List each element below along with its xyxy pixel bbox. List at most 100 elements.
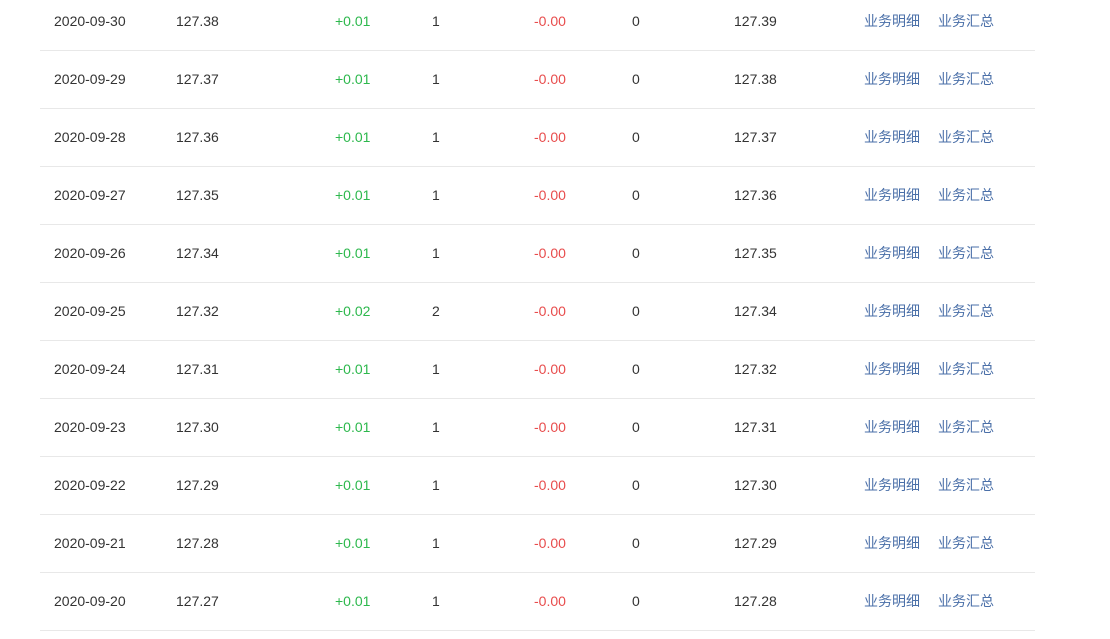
business-detail-link[interactable]: 业务明细 [864,225,920,282]
value-cell: 127.30 [176,419,219,435]
business-detail-link[interactable]: 业务明细 [864,0,920,50]
result-value-cell: 127.38 [734,71,777,87]
increase-count-cell: 1 [432,245,440,261]
increase-cell: +0.01 [335,419,371,435]
decrease-count-cell: 0 [632,303,640,319]
date-cell: 2020-09-20 [54,593,126,609]
date-cell: 2020-09-25 [54,303,126,319]
decrease-cell: -0.00 [534,593,566,609]
table-row: 2020-09-25 127.32 +0.02 2 -0.00 0 127.34… [40,283,1035,341]
table-row: 2020-09-20 127.27 +0.01 1 -0.00 0 127.28… [40,573,1035,631]
value-cell: 127.31 [176,361,219,377]
date-cell: 2020-09-29 [54,71,126,87]
increase-count-cell: 1 [432,535,440,551]
table-row: 2020-09-22 127.29 +0.01 1 -0.00 0 127.30… [40,457,1035,515]
increase-cell: +0.01 [335,245,371,261]
decrease-cell: -0.00 [534,187,566,203]
increase-cell: +0.01 [335,129,371,145]
data-table: 2020-09-30 127.38 +0.01 1 -0.00 0 127.39… [40,0,1035,631]
result-value-cell: 127.28 [734,593,777,609]
table-row: 2020-09-21 127.28 +0.01 1 -0.00 0 127.29… [40,515,1035,573]
value-cell: 127.37 [176,71,219,87]
increase-count-cell: 1 [432,477,440,493]
decrease-count-cell: 0 [632,71,640,87]
table-row: 2020-09-23 127.30 +0.01 1 -0.00 0 127.31… [40,399,1035,457]
increase-count-cell: 1 [432,593,440,609]
table-row: 2020-09-28 127.36 +0.01 1 -0.00 0 127.37… [40,109,1035,167]
business-summary-link[interactable]: 业务汇总 [938,457,994,514]
decrease-cell: -0.00 [534,71,566,87]
business-summary-link[interactable]: 业务汇总 [938,341,994,398]
result-value-cell: 127.39 [734,13,777,29]
increase-cell: +0.01 [335,593,371,609]
business-summary-link[interactable]: 业务汇总 [938,109,994,166]
date-cell: 2020-09-27 [54,187,126,203]
increase-cell: +0.01 [335,187,371,203]
decrease-cell: -0.00 [534,477,566,493]
business-summary-link[interactable]: 业务汇总 [938,573,994,630]
value-cell: 127.32 [176,303,219,319]
decrease-cell: -0.00 [534,129,566,145]
decrease-cell: -0.00 [534,419,566,435]
value-cell: 127.38 [176,13,219,29]
table-row: 2020-09-30 127.38 +0.01 1 -0.00 0 127.39… [40,0,1035,51]
business-detail-link[interactable]: 业务明细 [864,573,920,630]
table-row: 2020-09-27 127.35 +0.01 1 -0.00 0 127.36… [40,167,1035,225]
business-summary-link[interactable]: 业务汇总 [938,51,994,108]
increase-cell: +0.01 [335,477,371,493]
date-cell: 2020-09-22 [54,477,126,493]
business-detail-link[interactable]: 业务明细 [864,167,920,224]
increase-count-cell: 2 [432,303,440,319]
decrease-count-cell: 0 [632,13,640,29]
increase-cell: +0.02 [335,303,371,319]
result-value-cell: 127.35 [734,245,777,261]
business-detail-link[interactable]: 业务明细 [864,515,920,572]
business-summary-link[interactable]: 业务汇总 [938,283,994,340]
business-detail-link[interactable]: 业务明细 [864,399,920,456]
business-detail-link[interactable]: 业务明细 [864,341,920,398]
decrease-count-cell: 0 [632,535,640,551]
business-summary-link[interactable]: 业务汇总 [938,167,994,224]
decrease-cell: -0.00 [534,535,566,551]
value-cell: 127.35 [176,187,219,203]
table-row: 2020-09-29 127.37 +0.01 1 -0.00 0 127.38… [40,51,1035,109]
value-cell: 127.29 [176,477,219,493]
increase-count-cell: 1 [432,71,440,87]
date-cell: 2020-09-28 [54,129,126,145]
business-detail-link[interactable]: 业务明细 [864,457,920,514]
business-summary-link[interactable]: 业务汇总 [938,0,994,50]
decrease-count-cell: 0 [632,419,640,435]
increase-count-cell: 1 [432,187,440,203]
value-cell: 127.34 [176,245,219,261]
date-cell: 2020-09-23 [54,419,126,435]
decrease-count-cell: 0 [632,187,640,203]
increase-cell: +0.01 [335,71,371,87]
result-value-cell: 127.36 [734,187,777,203]
decrease-cell: -0.00 [534,361,566,377]
table-row: 2020-09-24 127.31 +0.01 1 -0.00 0 127.32… [40,341,1035,399]
business-detail-link[interactable]: 业务明细 [864,51,920,108]
decrease-cell: -0.00 [534,245,566,261]
business-summary-link[interactable]: 业务汇总 [938,399,994,456]
decrease-count-cell: 0 [632,245,640,261]
decrease-count-cell: 0 [632,361,640,377]
decrease-cell: -0.00 [534,303,566,319]
decrease-cell: -0.00 [534,13,566,29]
decrease-count-cell: 0 [632,129,640,145]
increase-count-cell: 1 [432,129,440,145]
decrease-count-cell: 0 [632,477,640,493]
value-cell: 127.28 [176,535,219,551]
table-row: 2020-09-26 127.34 +0.01 1 -0.00 0 127.35… [40,225,1035,283]
increase-cell: +0.01 [335,13,371,29]
value-cell: 127.27 [176,593,219,609]
business-detail-link[interactable]: 业务明细 [864,283,920,340]
business-summary-link[interactable]: 业务汇总 [938,515,994,572]
value-cell: 127.36 [176,129,219,145]
increase-cell: +0.01 [335,535,371,551]
business-detail-link[interactable]: 业务明细 [864,109,920,166]
increase-count-cell: 1 [432,419,440,435]
result-value-cell: 127.30 [734,477,777,493]
increase-count-cell: 1 [432,13,440,29]
business-summary-link[interactable]: 业务汇总 [938,225,994,282]
increase-count-cell: 1 [432,361,440,377]
